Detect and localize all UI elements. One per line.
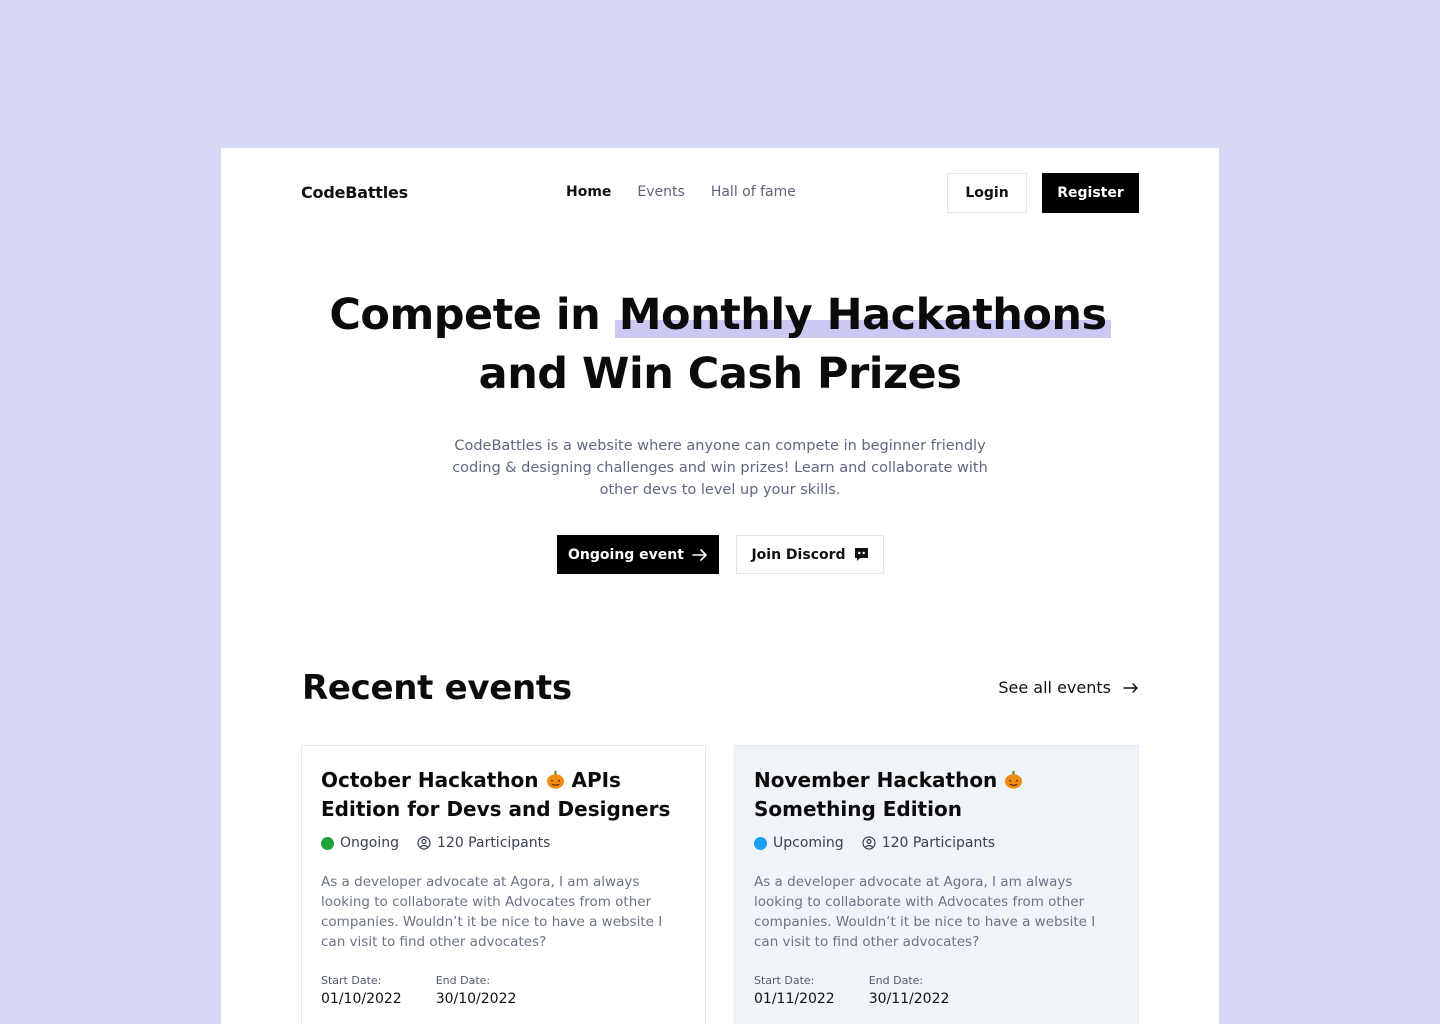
end-date-value: 30/10/2022 [435,991,517,1007]
hero-title: Compete in Monthly Hackathons and Win Ca… [221,286,1219,404]
event-meta: Ongoing 120 Participants [321,835,686,851]
discord-icon [854,548,868,561]
event-card-title: October Hackathon APIs Edition for Devs … [321,766,686,824]
register-button[interactable]: Register [1042,173,1139,213]
user-circle-icon [417,836,431,850]
hero-title-part1: Compete in [329,290,601,340]
hero-title-part2: and Win Cash Prizes [478,349,962,399]
start-date-value: 01/10/2022 [321,991,402,1007]
end-date-value: 30/11/2022 [868,991,950,1007]
pumpkin-icon [1005,770,1023,789]
see-all-events-label: See all events [998,678,1111,697]
start-date-block: Start Date: 01/11/2022 [754,974,835,1007]
login-button[interactable]: Login [947,173,1027,213]
pumpkin-icon [546,770,564,789]
nav-link-events[interactable]: Events [637,184,684,200]
event-title-start: October Hackathon [321,768,539,792]
participants-label: 120 Participants [437,835,551,851]
participants-count: 120 Participants [862,835,995,851]
user-circle-icon [862,836,876,850]
start-date-block: Start Date: 01/10/2022 [321,974,402,1007]
event-description: As a developer advocate at Agora, I am a… [754,874,1096,950]
event-description: As a developer advocate at Agora, I am a… [321,874,663,950]
status-badge: Ongoing [321,835,399,851]
hero-title-highlight: Monthly Hackathons [614,290,1111,340]
join-discord-label: Join Discord [751,546,846,563]
event-meta: Upcoming 120 Participants [754,835,1119,851]
arrow-right-icon [692,548,707,561]
event-dates: Start Date: 01/11/2022 End Date: 30/11/2… [754,974,1119,1007]
top-navigation: CodeBattles Home Events Hall of fame Log… [301,173,1139,213]
participants-count: 120 Participants [417,835,550,851]
hero-description: CodeBattles is a website where anyone ca… [452,438,988,498]
start-date-value: 01/11/2022 [754,991,835,1007]
event-title-start: November Hackathon [754,768,998,792]
event-card[interactable]: October Hackathon APIs Edition for Devs … [301,745,706,1024]
event-card[interactable]: November Hackathon Something Edition Upc… [734,745,1139,1024]
event-dates: Start Date: 01/10/2022 End Date: 30/10/2… [321,974,686,1007]
status-dot-icon [754,836,767,850]
status-dot-icon [321,836,334,850]
end-date-label: End Date: [868,974,924,987]
start-date-label: Start Date: [754,974,815,987]
nav-link-hall-of-fame[interactable]: Hall of fame [711,184,796,200]
event-title-end: Something Edition [754,797,962,821]
status-label: Upcoming [773,835,844,851]
recent-events-title: Recent events [302,668,572,708]
join-discord-button[interactable]: Join Discord [736,535,884,574]
arrow-right-icon [1123,682,1138,693]
page-frame: CodeBattles Home Events Hall of fame Log… [221,148,1219,1024]
ongoing-event-label: Ongoing event [568,546,684,563]
site-logo[interactable]: CodeBattles [301,183,408,202]
end-date-block: End Date: 30/10/2022 [436,974,517,1007]
status-label: Ongoing [340,835,399,851]
event-card-title: November Hackathon Something Edition [754,766,1119,824]
participants-label: 120 Participants [881,835,996,851]
nav-links: Home Events Hall of fame [566,184,796,200]
see-all-events-link[interactable]: See all events [998,678,1139,697]
start-date-label: Start Date: [321,974,382,987]
nav-link-home[interactable]: Home [566,184,611,200]
end-date-block: End Date: 30/11/2022 [869,974,950,1007]
end-date-label: End Date: [435,974,491,987]
ongoing-event-button[interactable]: Ongoing event [557,535,719,574]
status-badge: Upcoming [754,835,844,851]
